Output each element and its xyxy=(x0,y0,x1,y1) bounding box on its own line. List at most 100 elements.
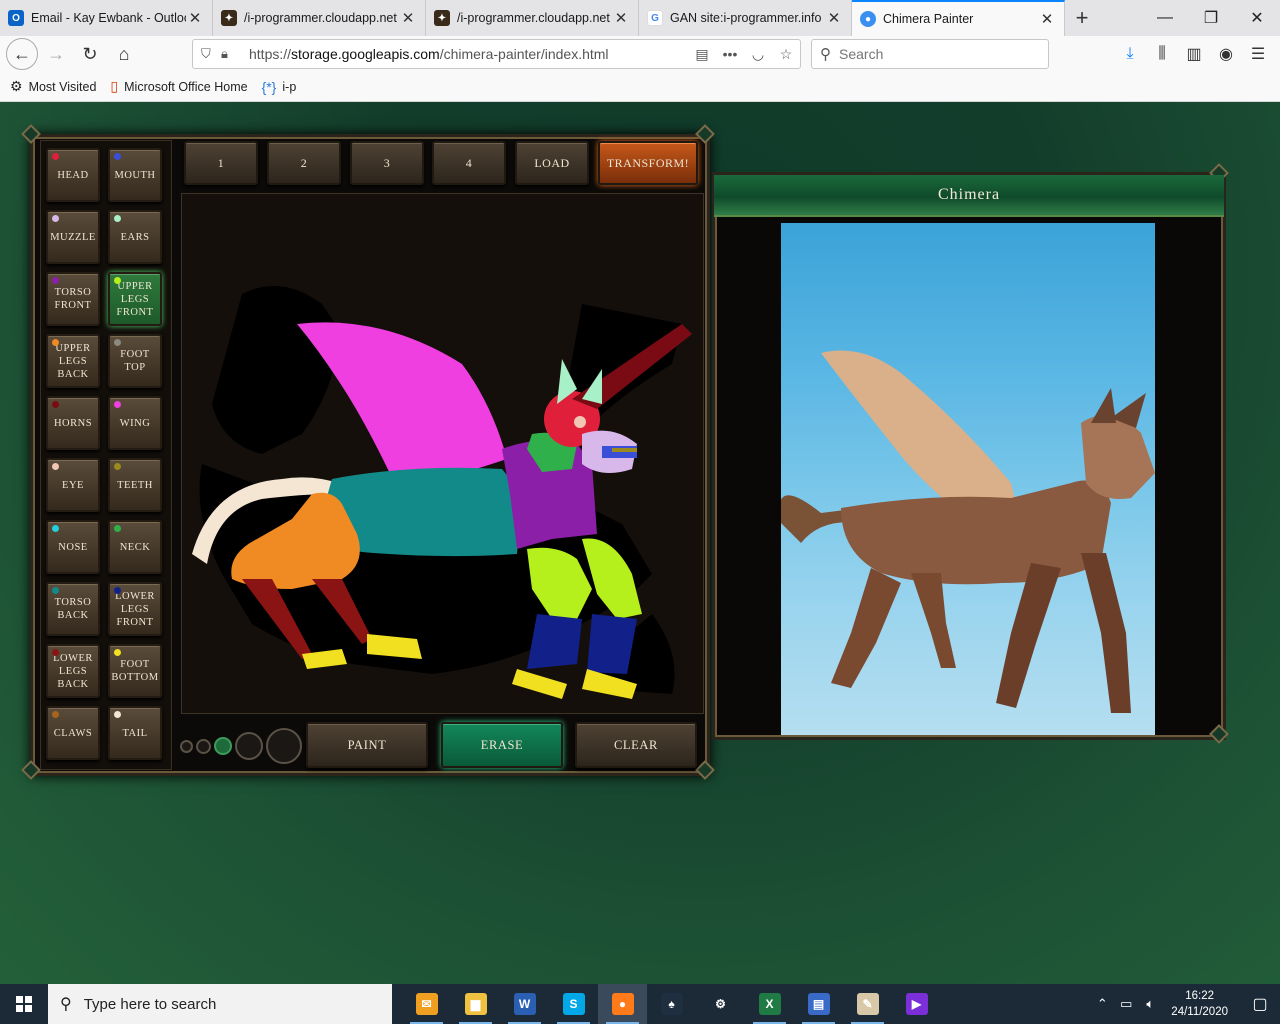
tab-strip: O Email - Kay Ewbank - Outlook ✕ ✦ /i-pr… xyxy=(0,0,1280,36)
taskbar-search[interactable]: ⚲ Type here to search xyxy=(48,984,392,1024)
label-button-muzzle[interactable]: Muzzle xyxy=(46,210,100,264)
label-button-tail[interactable]: Tail xyxy=(108,706,162,760)
bookmark-office-home[interactable]: ▯ Microsoft Office Home xyxy=(110,78,247,95)
page-actions-icon[interactable]: ••• xyxy=(716,46,744,62)
label-button-torso-back[interactable]: Torso Back xyxy=(46,582,100,636)
reload-button[interactable]: ↻ xyxy=(74,38,106,70)
chevron-up-icon[interactable]: ⌃ xyxy=(1091,996,1113,1012)
label-button-ears[interactable]: Ears xyxy=(108,210,162,264)
tab-outlook[interactable]: O Email - Kay Ewbank - Outlook ✕ xyxy=(0,0,213,36)
bookmark-star-icon[interactable]: ☆ xyxy=(772,46,800,63)
taskbar-app[interactable]: ✉ xyxy=(402,984,451,1024)
taskbar-app[interactable]: S xyxy=(549,984,598,1024)
download-icon[interactable]: ⤓ xyxy=(1114,38,1146,70)
label-button-head[interactable]: Head xyxy=(46,148,100,202)
label-button-teeth[interactable]: Teeth xyxy=(108,458,162,512)
taskbar-app[interactable]: ▤ xyxy=(794,984,843,1024)
menu-icon[interactable]: ☰ xyxy=(1242,38,1274,70)
segmentation-canvas[interactable] xyxy=(181,193,704,714)
close-tab-icon[interactable]: ✕ xyxy=(1038,10,1056,28)
label-button-wing[interactable]: Wing xyxy=(108,396,162,450)
close-tab-icon[interactable]: ✕ xyxy=(612,9,630,27)
tab-google[interactable]: G GAN site:i-programmer.info ✕ xyxy=(639,0,852,36)
preset-4-button[interactable]: 4 xyxy=(432,141,506,185)
sidebar-icon[interactable]: ▥ xyxy=(1178,38,1210,70)
minimize-icon[interactable]: — xyxy=(1142,0,1188,36)
network-icon[interactable]: ▭ xyxy=(1115,996,1137,1012)
clear-button[interactable]: Clear xyxy=(575,722,697,768)
windows-start-icon[interactable] xyxy=(0,984,48,1024)
brush-size-xs[interactable] xyxy=(180,739,193,753)
brush-size-s[interactable] xyxy=(196,738,211,754)
label-button-lower-legs-front[interactable]: Lower Legs Front xyxy=(108,582,162,636)
label-color-swatch xyxy=(114,649,121,656)
bookmark-i-p[interactable]: {*} i-p xyxy=(262,79,297,95)
label-color-swatch xyxy=(114,277,121,284)
brush-size-m[interactable] xyxy=(214,737,232,755)
home-button[interactable]: ⌂ xyxy=(108,38,140,70)
account-icon[interactable]: ◉ xyxy=(1210,38,1242,70)
url-text[interactable]: https://storage.googleapis.com/chimera-p… xyxy=(249,46,688,62)
search-box[interactable]: ⚲ xyxy=(811,39,1049,69)
label-button-foot-bottom[interactable]: Foot Bottom xyxy=(108,644,162,698)
label-color-swatch xyxy=(114,463,121,470)
forward-button[interactable]: → xyxy=(40,38,72,70)
tab-chimera-painter[interactable]: ● Chimera Painter ✕ xyxy=(852,0,1065,36)
brush-size-xl[interactable] xyxy=(266,728,302,764)
label-button-upper-legs-front[interactable]: Upper Legs Front xyxy=(108,272,162,326)
notification-icon[interactable]: ▢ xyxy=(1240,984,1280,1024)
close-tab-icon[interactable]: ✕ xyxy=(186,9,204,27)
taskbar-app[interactable]: ♠ xyxy=(647,984,696,1024)
close-tab-icon[interactable]: ✕ xyxy=(825,9,843,27)
restore-icon[interactable]: ❐ xyxy=(1188,0,1234,36)
paint-button[interactable]: Paint xyxy=(306,722,428,768)
label-button-foot-top[interactable]: Foot Top xyxy=(108,334,162,388)
tab-title: Chimera Painter xyxy=(883,12,974,26)
library-icon[interactable]: ⫼ xyxy=(1146,38,1178,70)
taskbar-app[interactable]: X xyxy=(745,984,794,1024)
label-button-torso-front[interactable]: Torso Front xyxy=(46,272,100,326)
tab-cloudapp-1[interactable]: ✦ /i-programmer.cloudapp.net ✕ xyxy=(213,0,426,36)
taskbar-app[interactable]: W xyxy=(500,984,549,1024)
label-button-lower-legs-back[interactable]: Lower Legs Back xyxy=(46,644,100,698)
label-button-text: Eye xyxy=(62,479,84,491)
taskbar-app[interactable]: ● xyxy=(598,984,647,1024)
preset-3-button[interactable]: 3 xyxy=(350,141,424,185)
close-window-icon[interactable]: ✕ xyxy=(1234,0,1280,36)
label-button-eye[interactable]: Eye xyxy=(46,458,100,512)
bookmark-label: Most Visited xyxy=(28,79,97,94)
volume-muted-icon[interactable]: 🔈︎ xyxy=(1139,996,1161,1012)
taskbar-app[interactable]: ▶ xyxy=(892,984,941,1024)
label-button-claws[interactable]: Claws xyxy=(46,706,100,760)
label-color-swatch xyxy=(114,401,121,408)
label-button-neck[interactable]: Neck xyxy=(108,520,162,574)
search-input[interactable] xyxy=(839,46,1029,62)
clock[interactable]: 16:22 24/11/2020 xyxy=(1171,988,1228,1020)
bookmark-most-visited[interactable]: ⚙ Most Visited xyxy=(10,78,96,95)
taskbar-app[interactable]: ▆ xyxy=(451,984,500,1024)
navigation-bar: ← → ↻ ⌂ ⛉ 🔒︎ https://storage.googleapis.… xyxy=(0,36,1280,72)
brush-size-l[interactable] xyxy=(235,732,263,760)
tab-title: /i-programmer.cloudapp.net xyxy=(457,11,610,25)
code-icon: {*} xyxy=(261,78,277,95)
label-button-nose[interactable]: Nose xyxy=(46,520,100,574)
label-button-upper-legs-back[interactable]: Upper Legs Back xyxy=(46,334,100,388)
preset-2-button[interactable]: 2 xyxy=(267,141,341,185)
new-tab-button[interactable]: + xyxy=(1065,0,1099,36)
reader-view-icon[interactable]: ▤ xyxy=(688,46,716,63)
close-tab-icon[interactable]: ✕ xyxy=(399,9,417,27)
label-button-horns[interactable]: Horns xyxy=(46,396,100,450)
tab-cloudapp-2[interactable]: ✦ /i-programmer.cloudapp.net ✕ xyxy=(426,0,639,36)
transform-button[interactable]: Transform! xyxy=(598,141,698,185)
erase-button[interactable]: Erase xyxy=(441,722,563,768)
lock-icon[interactable]: 🔒︎ xyxy=(221,46,241,62)
label-button-mouth[interactable]: Mouth xyxy=(108,148,162,202)
address-bar[interactable]: ⛉ 🔒︎ https://storage.googleapis.com/chim… xyxy=(192,39,801,69)
back-button[interactable]: ← xyxy=(6,38,38,70)
load-button[interactable]: Load xyxy=(515,141,589,185)
pocket-icon[interactable]: ◡ xyxy=(744,46,772,63)
shield-icon[interactable]: ⛉ xyxy=(201,46,221,62)
taskbar-app[interactable]: ⚙ xyxy=(696,984,745,1024)
taskbar-app[interactable]: ✎ xyxy=(843,984,892,1024)
preset-1-button[interactable]: 1 xyxy=(184,141,258,185)
